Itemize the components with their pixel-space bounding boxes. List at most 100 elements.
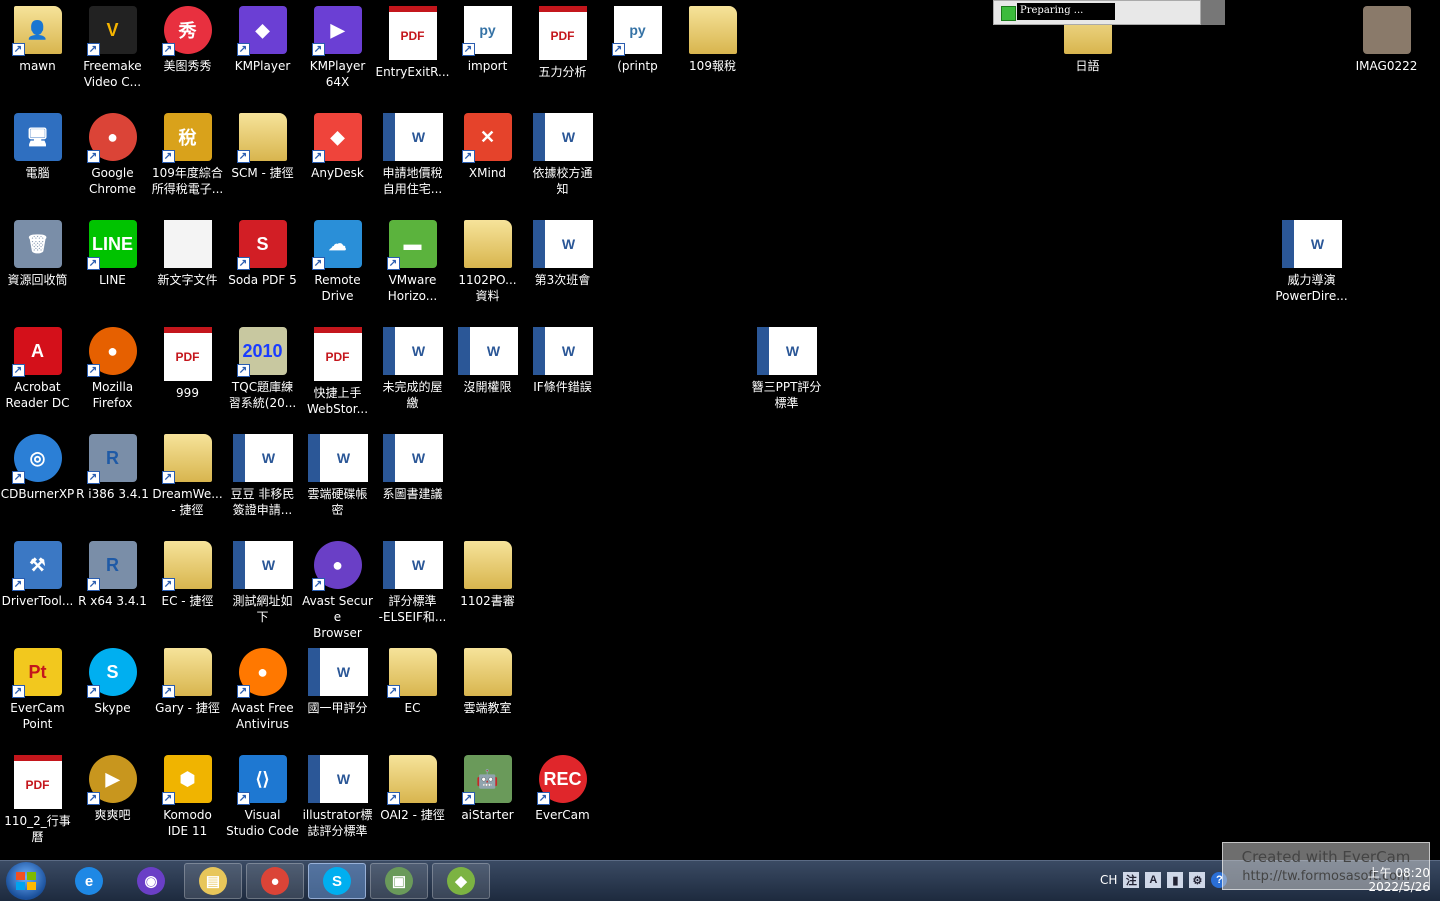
desktop-icon[interactable]: 新文字文件: [150, 214, 225, 288]
desktop-icon[interactable]: W 豆豆 非移民 簽證申請...: [225, 428, 300, 518]
desktop-icon[interactable]: Willustrator標 誌評分標準: [300, 749, 375, 839]
desktop-icon[interactable]: ▬ ↗ VMware Horizo...: [375, 214, 450, 304]
desktop-icon[interactable]: W 系圖書建議: [375, 428, 450, 502]
app-icon: 稅 ↗: [161, 113, 212, 163]
app-icon: W: [532, 113, 593, 161]
app-icon: W: [307, 755, 368, 803]
desktop-icon[interactable]: ▶ ↗ KMPlayer 64X: [300, 0, 375, 90]
font-size-icon[interactable]: A: [1145, 872, 1162, 888]
desktop-icon-label: Soda PDF 5: [228, 273, 297, 287]
desktop-icon[interactable]: R ↗ R i386 3.4.1: [75, 428, 150, 502]
desktop-icon[interactable]: 秀 ↗ 美图秀秀: [150, 0, 225, 74]
app-icon: W: [307, 434, 368, 482]
desktop-icon[interactable]: 🖥 電腦: [0, 107, 75, 181]
shortcut-arrow-icon: ↗: [236, 257, 250, 270]
desktop-icon[interactable]: PDF 999: [150, 321, 225, 401]
desktop-icon[interactable]: ☁ ↗ Remote Drive: [300, 214, 375, 304]
desktop-icon[interactable]: ◆ ↗ AnyDesk: [300, 107, 375, 181]
desktop-icon[interactable]: W 未完成的屋 繳: [375, 321, 450, 411]
desktop-icon[interactable]: W 依據校方通 知: [525, 107, 600, 197]
desktop-icon-label: EverCam Point: [10, 701, 65, 731]
taskbar-button[interactable]: ◆: [432, 863, 490, 899]
desktop-icon[interactable]: 1102PO... 資料: [450, 214, 525, 304]
desktop-icon[interactable]: IMAG0222: [1349, 0, 1424, 74]
desktop-icon[interactable]: ◆ ↗ KMPlayer: [225, 0, 300, 74]
desktop-icon[interactable]: py ↗ import: [450, 0, 525, 74]
desktop-icon[interactable]: W 雲端硬碟帳 密: [300, 428, 375, 518]
desktop-icon[interactable]: 🗑 資源回收筒: [0, 214, 75, 288]
desktop-icon[interactable]: ⬢ ↗ Komodo IDE 11: [150, 749, 225, 839]
desktop-icon[interactable]: ⟨⟩ ↗ Visual Studio Code: [225, 749, 300, 839]
desktop-icon[interactable]: S ↗ Soda PDF 5: [225, 214, 300, 288]
desktop-icon[interactable]: ↗ Gary - 捷徑: [150, 642, 225, 716]
desktop-icon[interactable]: PDF EntryExitR...: [375, 0, 450, 80]
desktop-icon[interactable]: W 評分標準 -ELSEIF和...: [375, 535, 450, 625]
system-clock[interactable]: 上午 08:20 2022/5/26: [1340, 866, 1430, 894]
skype-icon: S: [323, 867, 351, 895]
shortcut-arrow-icon: ↗: [86, 150, 100, 163]
taskbar-button[interactable]: S: [308, 863, 366, 899]
desktop-icon[interactable]: W 測試網址如 下: [225, 535, 300, 625]
app-icon: W: [382, 327, 443, 375]
desktop-icon[interactable]: 稅 ↗ 109年度綜合 所得稅電子...: [150, 107, 225, 197]
desktop-icon[interactable]: W IF條件錯誤: [525, 321, 600, 395]
desktop-icon[interactable]: ● ↗ Avast Secure Browser: [300, 535, 375, 641]
desktop-icon[interactable]: ↗ OAI2 - 捷徑: [375, 749, 450, 823]
desktop-icon-label: illustrator標 誌評分標準: [302, 808, 373, 838]
taskbar-button[interactable]: ◉: [122, 863, 180, 899]
taskbar-button[interactable]: e: [60, 863, 118, 899]
desktop-icon[interactable]: Pt ↗ EverCam Point: [0, 642, 75, 732]
taskbar-button[interactable]: ▤: [184, 863, 242, 899]
ime-settings-icon[interactable]: ⚙: [1189, 872, 1206, 888]
desktop-icon[interactable]: ▶ ↗ 爽爽吧: [75, 749, 150, 823]
desktop-icon[interactable]: ● ↗ Google Chrome: [75, 107, 150, 197]
desktop-icon[interactable]: 109報稅: [675, 0, 750, 74]
taskbar-button[interactable]: ▣: [370, 863, 428, 899]
desktop-icon[interactable]: A ↗ Acrobat Reader DC: [0, 321, 75, 411]
desktop-icon[interactable]: py ↗ (printp: [600, 0, 675, 74]
start-button[interactable]: [6, 862, 46, 900]
desktop-icon-label: 109年度綜合 所得稅電子...: [151, 166, 224, 196]
desktop-icon[interactable]: W 威力導演 PowerDire...: [1274, 214, 1349, 304]
desktop-icon-label: EverCam: [535, 808, 590, 822]
desktop-icon[interactable]: S ↗ Skype: [75, 642, 150, 716]
app-icon: W: [1281, 220, 1342, 268]
app-icon: W: [382, 434, 443, 482]
desktop-icon[interactable]: ● ↗ Avast Free Antivirus: [225, 642, 300, 732]
desktop-icon[interactable]: REC ↗ EverCam: [525, 749, 600, 823]
desktop-icon[interactable]: ↗ EC: [375, 642, 450, 716]
desktop-icon[interactable]: W 申請地價稅 自用住宅...: [375, 107, 450, 197]
desktop-icon[interactable]: 🤖 ↗ aiStarter: [450, 749, 525, 823]
desktop-icon[interactable]: LINE ↗ LINE: [75, 214, 150, 288]
desktop-icon-label: CDBurnerXP: [0, 487, 75, 501]
desktop-icon[interactable]: W 簪三PPT評分 標準: [749, 321, 824, 411]
shortcut-arrow-icon: ↗: [86, 471, 100, 484]
desktop-icon[interactable]: W 第3次班會: [525, 214, 600, 288]
desktop-icon[interactable]: ↗ EC - 捷徑: [150, 535, 225, 609]
desktop-icon[interactable]: ↗ SCM - 捷徑: [225, 107, 300, 181]
desktop-icon[interactable]: ✕ ↗ XMind: [450, 107, 525, 181]
desktop-icon[interactable]: ↗ DreamWe... - 捷徑: [150, 428, 225, 518]
desktop-icon[interactable]: ● ↗ Mozilla Firefox: [75, 321, 150, 411]
desktop-icon[interactable]: PDF 快捷上手 WebStor...: [300, 321, 375, 417]
desktop-icon[interactable]: V ↗ Freemake Video C...: [75, 0, 150, 90]
desktop-icon[interactable]: R ↗ R x64 3.4.1: [75, 535, 150, 609]
desktop-icon-label: EC - 捷徑: [161, 594, 214, 608]
desktop-icon-label: Avast Secure Browser: [302, 594, 373, 640]
desktop-icon[interactable]: PDF 110_2_行事 曆: [0, 749, 75, 845]
desktop-icon[interactable]: ⚒ ↗ DriverTool...: [0, 535, 75, 609]
input-language[interactable]: CH: [1100, 873, 1117, 887]
app-icon: [163, 220, 212, 268]
half-width-icon[interactable]: ▮: [1167, 872, 1184, 888]
desktop-icon[interactable]: 👤 ↗ mawn: [0, 0, 75, 74]
desktop-icon[interactable]: 2010 ↗ TQC題庫練 習系統(20...: [225, 321, 300, 411]
desktop-icon[interactable]: W 國一甲評分: [300, 642, 375, 716]
desktop-icon-label: Visual Studio Code: [226, 808, 299, 838]
desktop-icon[interactable]: 1102書審: [450, 535, 525, 609]
desktop-icon[interactable]: PDF 五力分析: [525, 0, 600, 80]
desktop-icon[interactable]: ◎ ↗ CDBurnerXP: [0, 428, 75, 502]
taskbar-button[interactable]: ●: [246, 863, 304, 899]
ime-icon[interactable]: 注: [1123, 872, 1140, 888]
desktop-icon[interactable]: 雲端教室: [450, 642, 525, 716]
desktop-icon[interactable]: W 沒開權限: [450, 321, 525, 395]
